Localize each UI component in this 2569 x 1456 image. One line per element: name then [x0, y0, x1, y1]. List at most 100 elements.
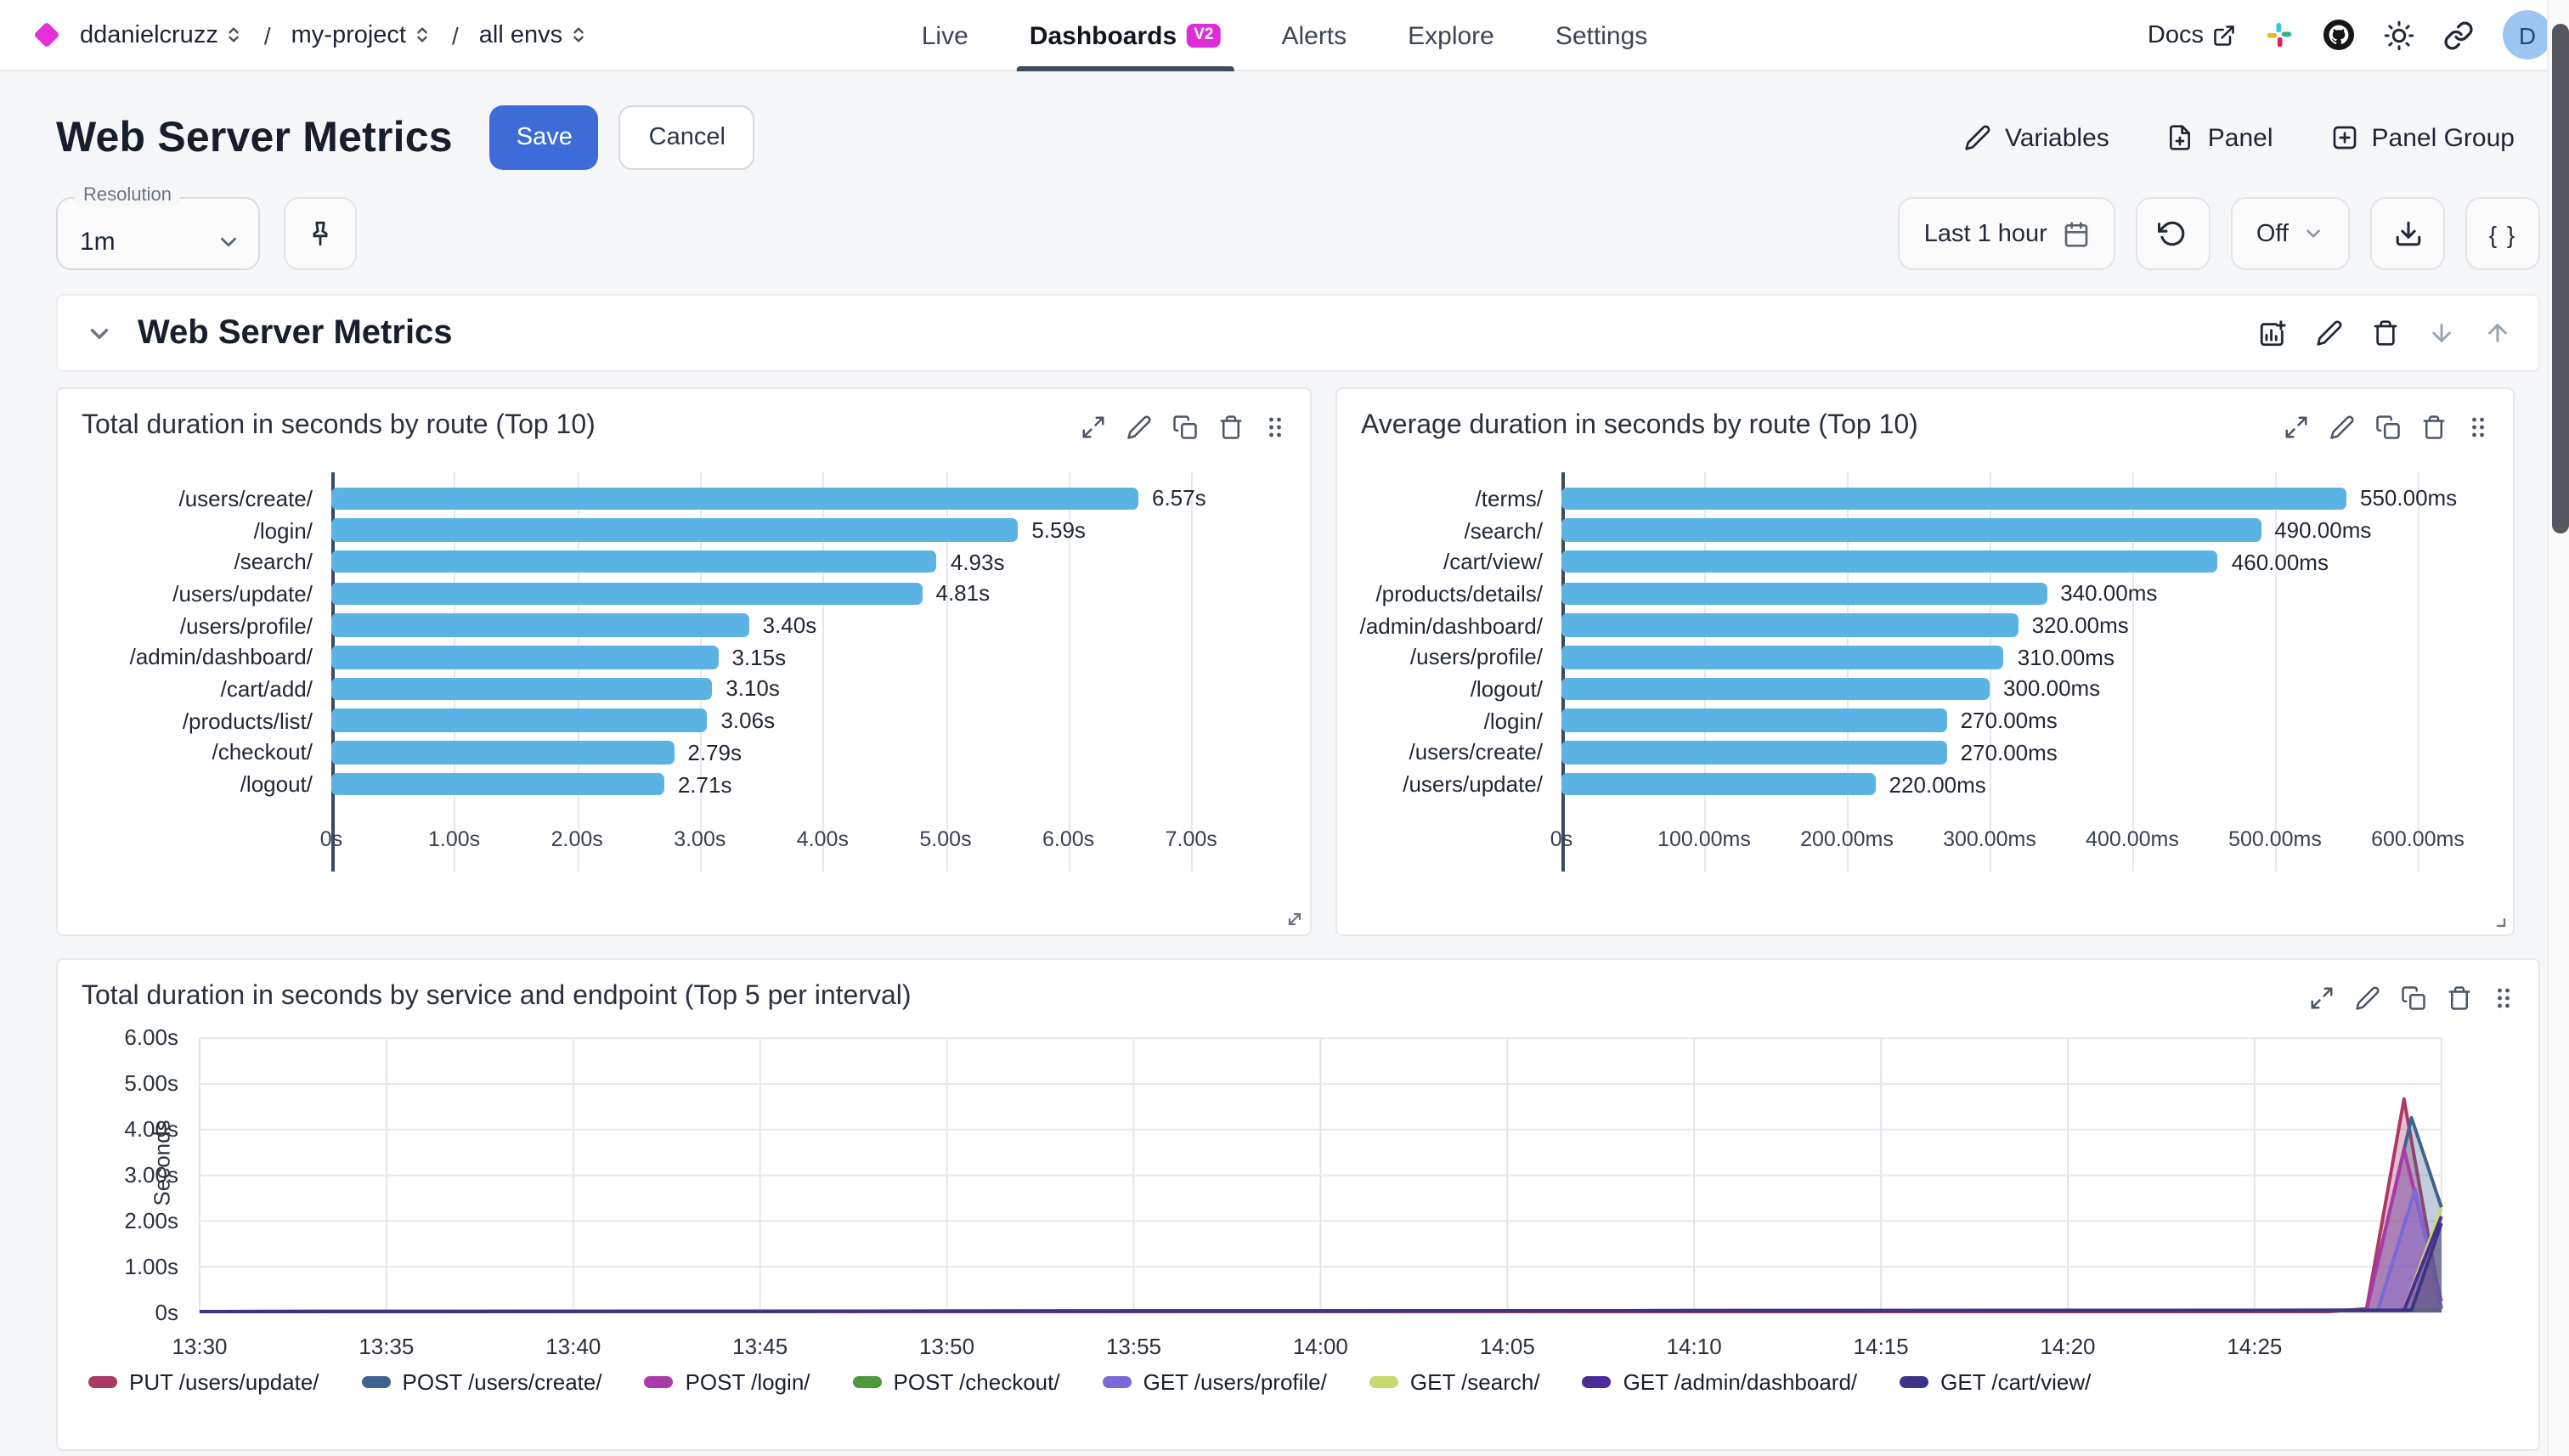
- bar-value-label: 3.06s: [720, 708, 775, 733]
- external-link-icon: [2212, 23, 2236, 47]
- bar-row: /cart/view/460.00ms: [1337, 546, 2513, 578]
- legend-item[interactable]: POST /checkout/: [853, 1369, 1060, 1395]
- x-tick-label: 13:55: [1063, 1334, 1205, 1359]
- legend-item[interactable]: GET /cart/view/: [1900, 1369, 2091, 1395]
- pin-button[interactable]: [284, 197, 357, 270]
- add-panel-group-button[interactable]: Panel Group: [2331, 123, 2515, 152]
- x-tick-label: 14:25: [2183, 1334, 2326, 1359]
- duplicate-panel-icon[interactable]: [2375, 414, 2401, 439]
- resolution-value: 1m: [80, 228, 116, 257]
- legend-item[interactable]: POST /users/create/: [362, 1369, 602, 1395]
- bar-category-label: /admin/dashboard/: [58, 645, 331, 670]
- add-panel-button[interactable]: Panel: [2167, 123, 2273, 152]
- collapse-chevron-icon[interactable]: [85, 319, 114, 347]
- chart-legend: PUT /users/update/POST /users/create/POS…: [88, 1369, 2091, 1395]
- bar-row: /checkout/2.79s: [58, 736, 1310, 768]
- tab-alerts[interactable]: Alerts: [1281, 0, 1347, 71]
- tab-settings[interactable]: Settings: [1556, 0, 1647, 71]
- share-link-icon[interactable]: [2443, 20, 2474, 50]
- bar-track: 310.00ms: [1561, 646, 2513, 669]
- drag-handle-icon[interactable]: [2467, 414, 2489, 439]
- bar-category-label: /users/create/: [58, 486, 331, 511]
- bar-row: /login/5.59s: [58, 514, 1310, 545]
- breadcrumb-org[interactable]: ddanielcruzz: [80, 21, 244, 48]
- download-button[interactable]: [2370, 197, 2445, 270]
- expand-icon[interactable]: [1081, 414, 1106, 439]
- delete-section-icon[interactable]: [2372, 319, 2399, 347]
- bar-category-label: /checkout/: [58, 740, 331, 765]
- variables-button[interactable]: Variables: [1964, 123, 2109, 152]
- bar-track: 4.93s: [331, 550, 1310, 573]
- legend-label: POST /login/: [686, 1369, 810, 1395]
- edit-panel-icon[interactable]: [1126, 414, 1152, 439]
- breadcrumb-project-label: my-project: [291, 21, 406, 48]
- add-chart-icon[interactable]: [2258, 319, 2287, 347]
- bar-value-label: 550.00ms: [2360, 486, 2457, 511]
- bar-track: 270.00ms: [1561, 741, 2513, 764]
- page-header: Web Server Metrics Save Cancel Variables…: [56, 105, 2569, 170]
- bar-category-label: /search/: [1337, 517, 1561, 543]
- avatar-initial: D: [2519, 21, 2536, 48]
- tab-dashboards[interactable]: Dashboards V2: [1030, 0, 1221, 71]
- legend-item[interactable]: GET /admin/dashboard/: [1583, 1369, 1858, 1395]
- vertical-scrollbar[interactable]: [2547, 0, 2569, 1456]
- scrollbar-thumb[interactable]: [2551, 24, 2568, 533]
- x-tick-label: 14:15: [1810, 1334, 1952, 1359]
- bar-value-label: 460.00ms: [2232, 549, 2329, 574]
- header-actions: Variables Panel Panel Group: [1964, 123, 2569, 152]
- resize-handle-icon[interactable]: [1284, 909, 1305, 929]
- braces-icon: { }: [2489, 220, 2517, 247]
- tab-explore[interactable]: Explore: [1408, 0, 1494, 71]
- legend-item[interactable]: POST /login/: [645, 1369, 810, 1395]
- legend-item[interactable]: PUT /users/update/: [88, 1369, 319, 1395]
- panels-row: Total duration in seconds by route (Top …: [56, 387, 2540, 936]
- legend-label: GET /search/: [1410, 1369, 1540, 1395]
- panel-group-label: Panel Group: [2372, 123, 2515, 152]
- legend-item[interactable]: GET /search/: [1369, 1369, 1540, 1395]
- edit-section-icon[interactable]: [2316, 319, 2343, 347]
- bar-track: 6.57s: [331, 487, 1310, 510]
- time-range-label: Last 1 hour: [1924, 220, 2047, 247]
- refresh-button[interactable]: [2136, 197, 2210, 270]
- delete-panel-icon[interactable]: [2421, 414, 2447, 439]
- bar-row: /products/list/3.06s: [58, 705, 1310, 736]
- bar: [331, 677, 712, 700]
- save-button[interactable]: Save: [490, 105, 599, 170]
- legend-swatch-icon: [1900, 1376, 1928, 1388]
- docs-link[interactable]: Docs: [2148, 21, 2236, 48]
- tab-live[interactable]: Live: [922, 0, 968, 71]
- legend-item[interactable]: GET /users/profile/: [1103, 1369, 1327, 1395]
- docs-label: Docs: [2148, 21, 2204, 48]
- x-tick-label: 500.00ms: [2228, 827, 2322, 851]
- time-range-button[interactable]: Last 1 hour: [1899, 197, 2115, 270]
- breadcrumb-project[interactable]: my-project: [291, 21, 432, 48]
- resolution-select[interactable]: Resolution 1m: [56, 197, 260, 270]
- slack-icon[interactable]: [2265, 20, 2294, 49]
- panel-header: Average duration in seconds by route (To…: [1337, 389, 2513, 442]
- breadcrumb-env[interactable]: all envs: [479, 21, 588, 48]
- user-avatar[interactable]: D: [2503, 10, 2552, 59]
- auto-refresh-select[interactable]: Off: [2231, 197, 2350, 270]
- cancel-button[interactable]: Cancel: [619, 105, 755, 170]
- expand-icon[interactable]: [2284, 414, 2309, 439]
- duplicate-panel-icon[interactable]: [1172, 414, 1198, 439]
- bar-row: /search/4.93s: [58, 546, 1310, 578]
- drag-handle-icon[interactable]: [1264, 414, 1286, 439]
- bar-row: /users/update/4.81s: [58, 578, 1310, 609]
- chevrons-updown-icon: [569, 25, 588, 44]
- move-up-icon[interactable]: [2484, 319, 2511, 347]
- toolbar-right: Last 1 hour Off { }: [1899, 197, 2540, 270]
- edit-panel-icon[interactable]: [2329, 414, 2355, 439]
- github-icon[interactable]: [2323, 19, 2355, 51]
- move-down-icon[interactable]: [2428, 319, 2455, 347]
- legend-swatch-icon: [1103, 1376, 1132, 1388]
- x-tick-label: 7.00s: [1166, 827, 1217, 851]
- theme-sun-icon[interactable]: [2384, 20, 2414, 50]
- panel-header: Total duration in seconds by route (Top …: [58, 389, 1310, 442]
- delete-panel-icon[interactable]: [1218, 414, 1244, 439]
- panel-group-title: Web Server Metrics: [138, 313, 453, 353]
- bar-track: 320.00ms: [1561, 614, 2513, 637]
- json-view-button[interactable]: { }: [2465, 197, 2540, 270]
- resize-corner-icon[interactable]: [2487, 909, 2508, 929]
- bar: [1561, 550, 2218, 573]
